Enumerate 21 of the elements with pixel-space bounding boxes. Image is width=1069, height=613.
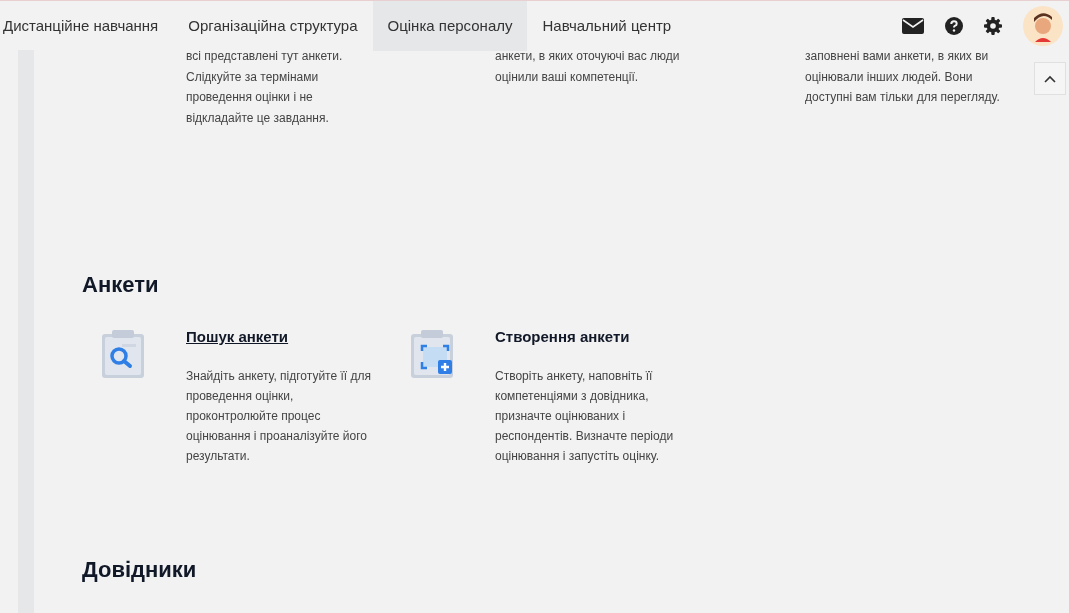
clipboard-search-icon (102, 330, 144, 378)
card-description: заповнені вами анкети, в яких ви оцінювали інших людей. Вони доступні вам тільки для перегляду. (805, 48, 1001, 106)
section-heading: Анкети (82, 271, 160, 299)
card-description: Знайдіть анкету, підготуйте її для проведення оцінки, проконтролюйте процес оцінювання і проаналізуйте його результати. (186, 368, 372, 465)
card-description: всі представлені тут анкети. Слідкуйте за термінами проведення оцінки і не відкладайте це завдання. (186, 48, 344, 127)
nav-tab[interactable]: Оцінка персоналу (372, 1, 528, 51)
card-title: Створення анкети (495, 327, 630, 347)
clipboard-add-icon (411, 330, 453, 378)
card-description: анкети, в яких оточуючі вас люди оцінили ваші компетенції. (495, 48, 681, 86)
card-description: Створіть анкету, наповніть її компетенціями з довідника, призначте оцінюваних і респондентів. Визначте періоди оцінювання і запустіть оцінку. (495, 368, 675, 465)
section-heading: Довідники (82, 556, 198, 584)
settings-icon[interactable] (984, 16, 1002, 35)
nav-tab[interactable]: Навчальний центр (527, 1, 687, 51)
avatar-icon[interactable] (1023, 5, 1063, 46)
card-title-link[interactable]: Пошук анкети (186, 327, 289, 347)
chevron-up-icon (1044, 74, 1056, 83)
mail-icon[interactable] (902, 17, 924, 34)
nav-tab[interactable]: Організаційна структура (173, 1, 373, 51)
nav-tab[interactable]: Дистанційне навчання (0, 1, 174, 51)
scroll-up-button[interactable] (1034, 62, 1066, 95)
help-icon[interactable] (945, 16, 963, 35)
